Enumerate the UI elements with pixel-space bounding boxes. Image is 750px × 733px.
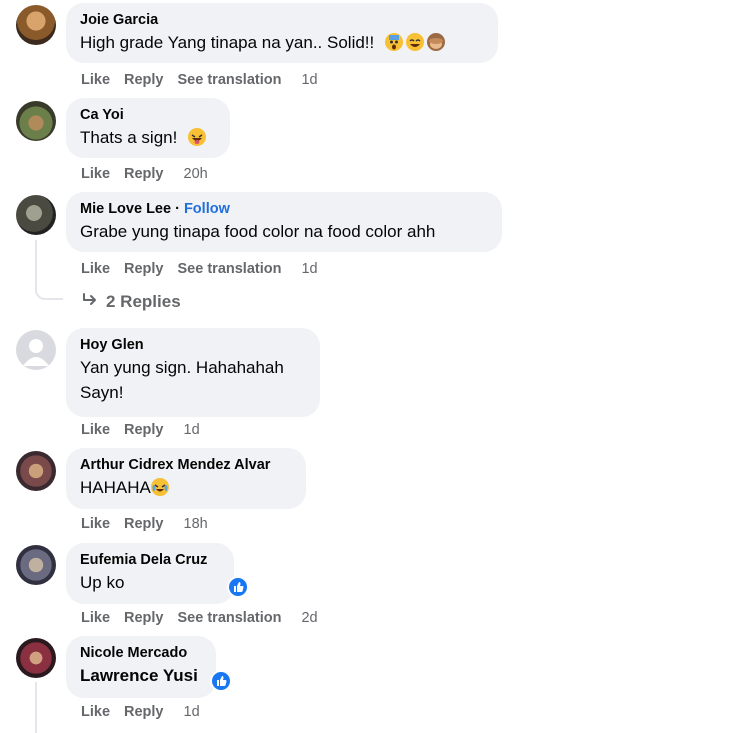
tongue-out-emoji-icon: [188, 128, 207, 146]
comment-text-body: Thats a sign!: [80, 128, 178, 147]
replies-count: 2 Replies: [106, 292, 181, 311]
comment-author-name[interactable]: Mie Love Lee: [80, 201, 171, 217]
comment-author[interactable]: Eufemia Dela Cruz: [80, 551, 220, 570]
comment-text: Grabe yung tinapa food color na food col…: [80, 222, 436, 241]
comment-text-body: High grade Yang tinapa na yan.. Solid!!: [80, 33, 375, 52]
laughing-emoji-icon: [405, 33, 424, 51]
see-translation-button[interactable]: See translation: [178, 72, 282, 88]
comment-actions: Like Reply See translation 1d: [81, 71, 332, 89]
comment-actions: Like Reply See translation 2d: [81, 609, 332, 627]
avatar[interactable]: [16, 545, 56, 585]
like-button[interactable]: Like: [81, 610, 110, 626]
like-reaction-icon[interactable]: [227, 576, 249, 598]
comment-bubble: Ca Yoi Thats a sign!: [66, 98, 230, 158]
like-button[interactable]: Like: [81, 516, 110, 532]
avatar[interactable]: [16, 195, 56, 235]
comment-bubble: Joie Garcia High grade Yang tinapa na ya…: [66, 3, 498, 63]
crying-laughing-emoji-icon: [150, 478, 169, 496]
comment-author[interactable]: Arthur Cidrex Mendez Alvar: [80, 456, 292, 475]
see-translation-button[interactable]: See translation: [178, 261, 282, 277]
comment-timestamp[interactable]: 1d: [184, 704, 200, 720]
comment-bubble: Nicole Mercado Lawrence Yusi: [66, 636, 216, 698]
follow-separator: ·: [171, 201, 184, 217]
see-translation-button[interactable]: See translation: [178, 610, 282, 626]
comment-text: Up ko: [80, 573, 125, 592]
comment-actions: Like Reply 1d: [81, 421, 214, 439]
comment-author[interactable]: Joie Garcia: [80, 11, 484, 30]
comment-timestamp[interactable]: 20h: [184, 166, 208, 182]
avatar[interactable]: [16, 5, 56, 45]
comment-bubble: Eufemia Dela Cruz Up ko: [66, 543, 234, 604]
view-replies-link[interactable]: 2 Replies: [81, 292, 181, 312]
comment-text: High grade Yang tinapa na yan.. Solid!!: [80, 30, 484, 55]
comment-timestamp[interactable]: 18h: [184, 516, 208, 532]
like-button[interactable]: Like: [81, 166, 110, 182]
comment-text-line: Yan yung sign. Hahahahah: [80, 358, 284, 377]
comment-bubble: Arthur Cidrex Mendez Alvar HAHAHA: [66, 448, 306, 509]
reply-button[interactable]: Reply: [124, 166, 164, 182]
comment-text: HAHAHA: [80, 475, 292, 500]
reply-button[interactable]: Reply: [124, 422, 164, 438]
comment-actions: Like Reply 18h: [81, 515, 222, 533]
default-avatar-icon[interactable]: [16, 330, 56, 370]
reply-button[interactable]: Reply: [124, 261, 164, 277]
comment-timestamp[interactable]: 1d: [301, 261, 317, 277]
comment-timestamp[interactable]: 1d: [301, 72, 317, 88]
comment-actions: Like Reply See translation 1d: [81, 260, 332, 278]
avatar[interactable]: [16, 451, 56, 491]
comment-text-body: HAHAHA: [80, 478, 151, 497]
reply-button[interactable]: Reply: [124, 704, 164, 720]
reply-button[interactable]: Reply: [124, 516, 164, 532]
comment-author[interactable]: Nicole Mercado: [80, 644, 202, 663]
scared-emoji-icon: [384, 33, 403, 51]
avatar[interactable]: [16, 101, 56, 141]
follow-button[interactable]: Follow: [184, 201, 230, 217]
like-button[interactable]: Like: [81, 422, 110, 438]
comment-mention[interactable]: Lawrence Yusi: [80, 663, 202, 688]
avatar[interactable]: [16, 638, 56, 678]
thread-line: [35, 682, 37, 733]
like-button[interactable]: Like: [81, 72, 110, 88]
reply-arrow-icon: [83, 293, 96, 305]
comment-bubble: Hoy Glen Yan yung sign. Hahahahah Sayn!: [66, 328, 320, 417]
comment-timestamp[interactable]: 2d: [301, 610, 317, 626]
comment-actions: Like Reply 1d: [81, 703, 214, 721]
comment-author[interactable]: Ca Yoi: [80, 106, 216, 125]
reply-button[interactable]: Reply: [124, 610, 164, 626]
comment-text-line: Sayn!: [80, 383, 124, 402]
comment-actions: Like Reply 20h: [81, 165, 222, 183]
comment-text: Thats a sign!: [80, 125, 216, 150]
see-no-evil-monkey-icon: [426, 33, 445, 51]
comment-author[interactable]: Hoy Glen: [80, 336, 306, 355]
like-reaction-icon[interactable]: [210, 670, 232, 692]
thread-line: [35, 240, 63, 300]
comment-author: Mie Love Lee · Follow: [80, 200, 488, 219]
like-button[interactable]: Like: [81, 704, 110, 720]
comment-timestamp[interactable]: 1d: [184, 422, 200, 438]
reply-button[interactable]: Reply: [124, 72, 164, 88]
like-button[interactable]: Like: [81, 261, 110, 277]
comment-bubble: Mie Love Lee · Follow Grabe yung tinapa …: [66, 192, 502, 252]
